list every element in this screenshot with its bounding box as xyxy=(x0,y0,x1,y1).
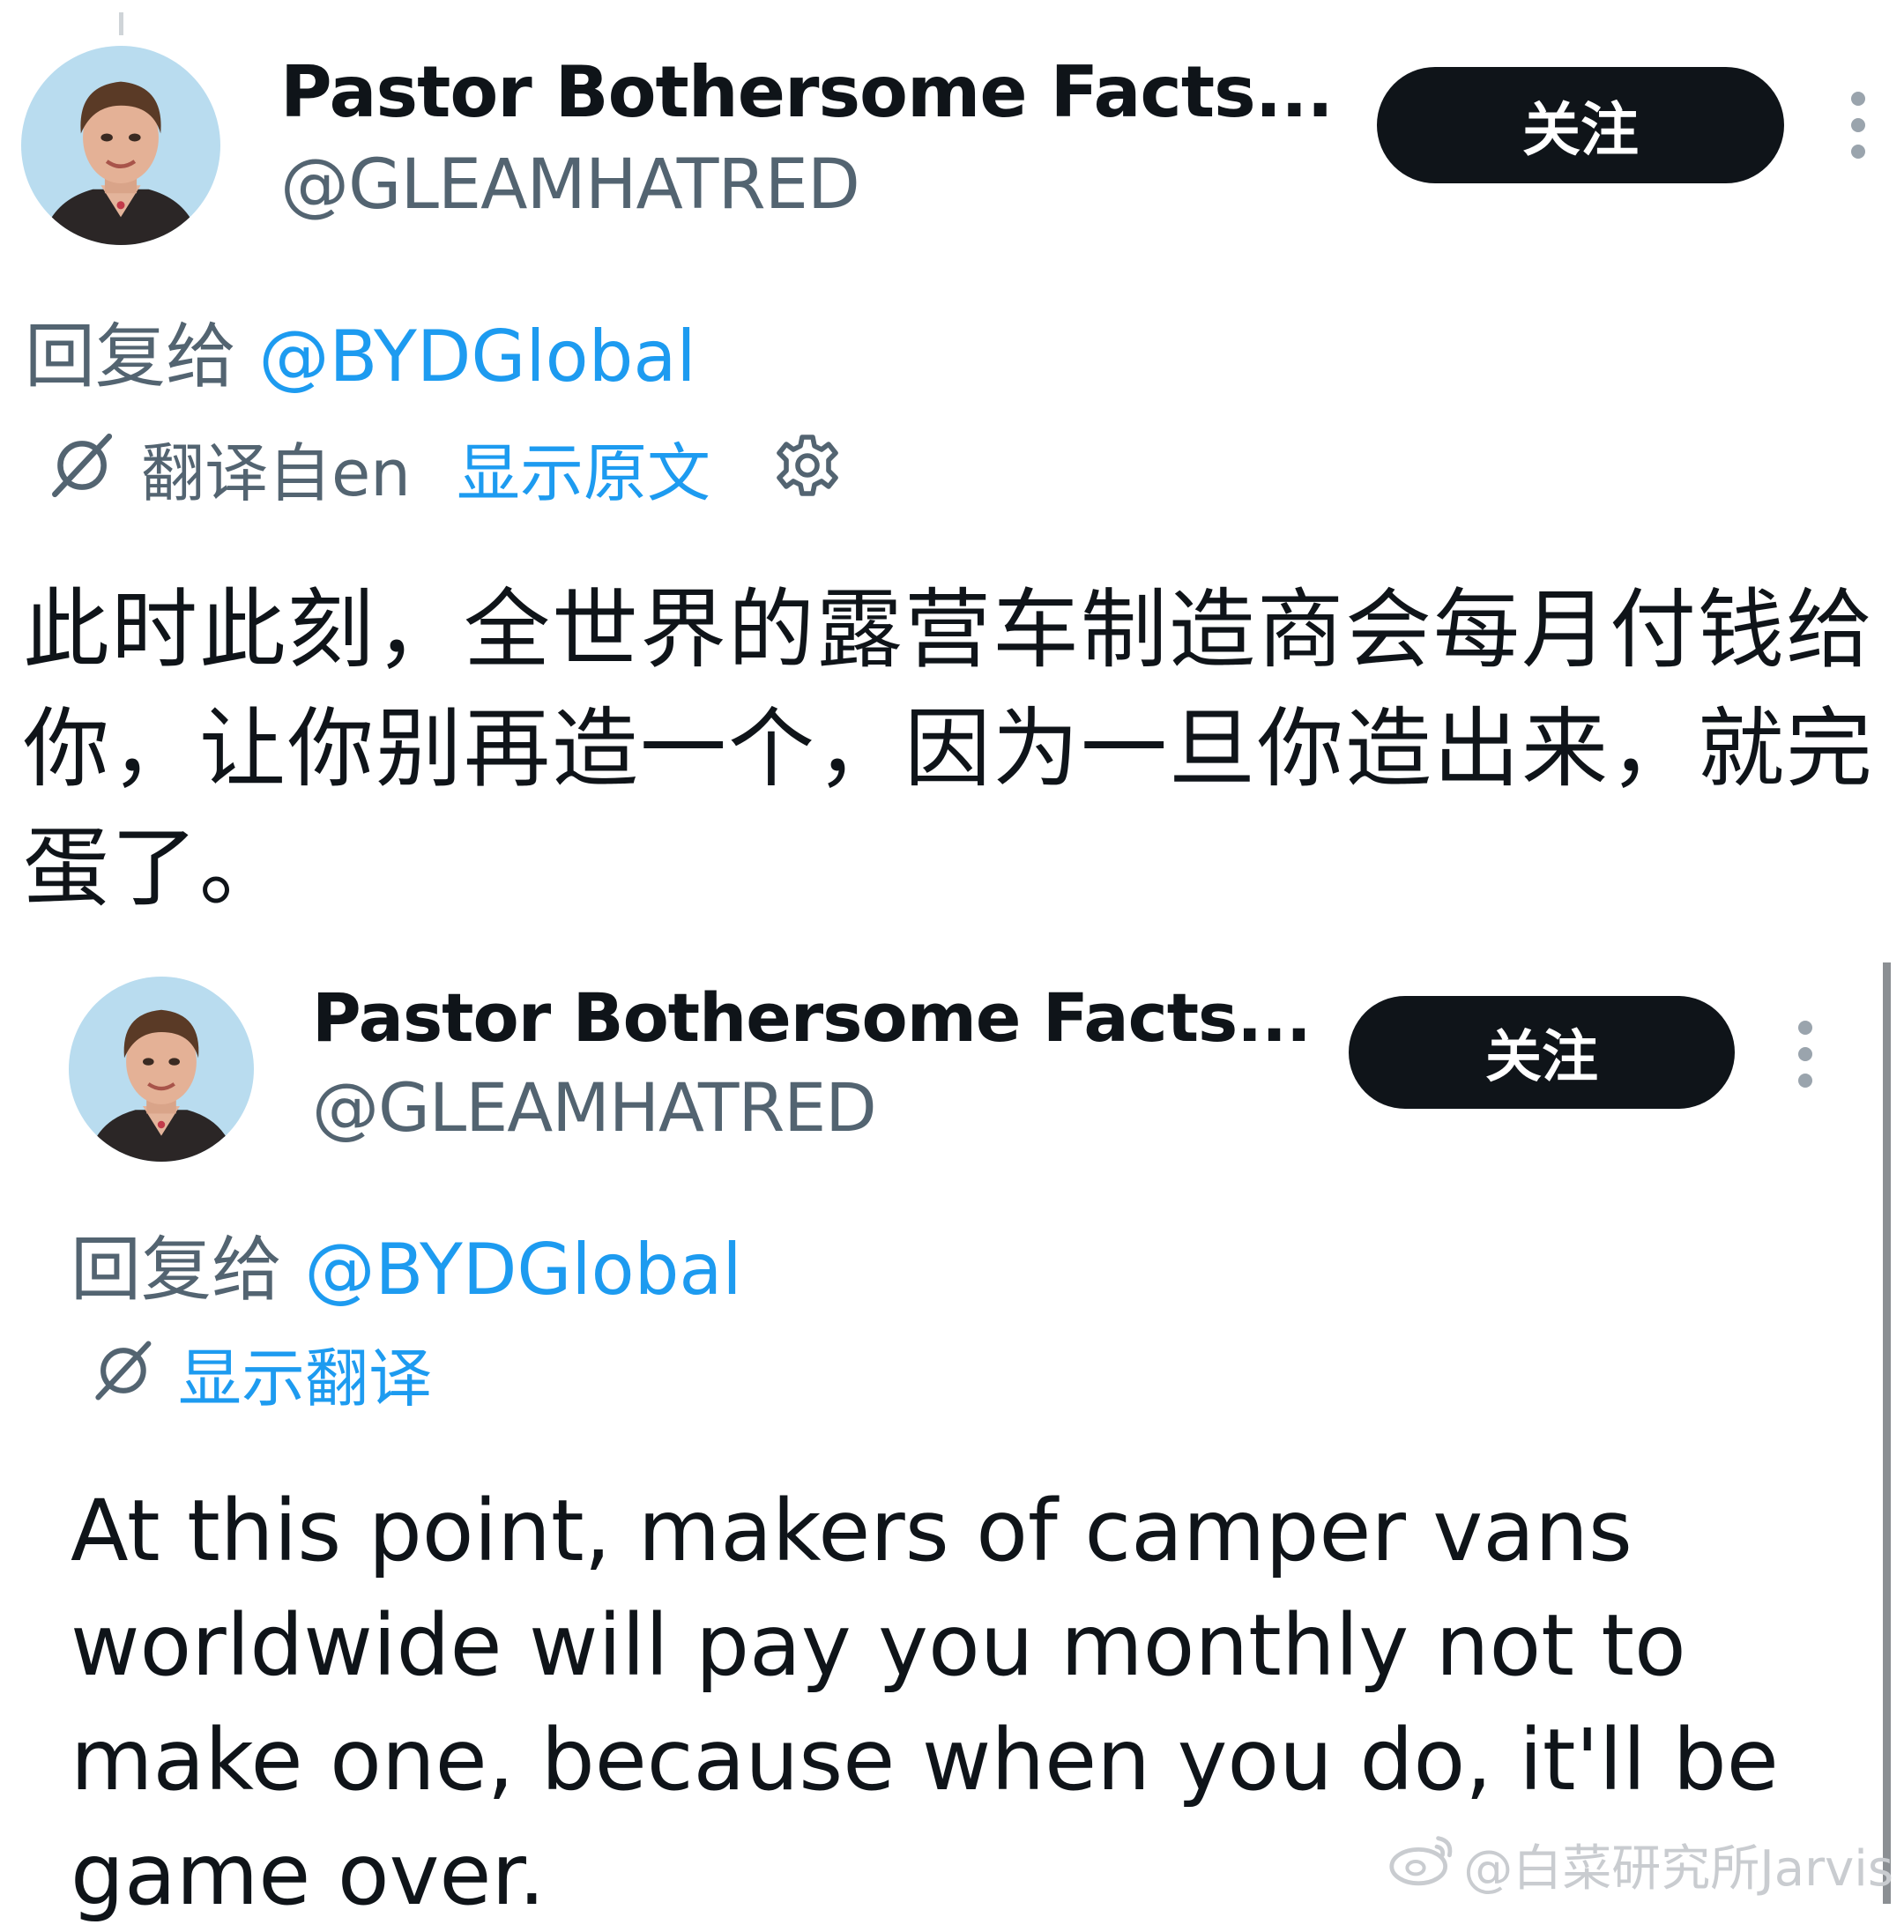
scroll-indicator xyxy=(119,12,123,35)
translation-bar: 显示翻译 xyxy=(88,1333,432,1416)
watermark-text: @白菜研究所Jarvis xyxy=(1463,1839,1893,1898)
translated-from-label: 翻译自en xyxy=(141,435,411,510)
reply-mention-link[interactable]: @BYDGlobal xyxy=(258,316,695,398)
translation-bar: 翻译自en 显示原文 xyxy=(44,427,843,510)
user-handle[interactable]: @GLEAMHATRED xyxy=(280,145,860,225)
translate-icon xyxy=(44,429,116,505)
reply-mention-link[interactable]: @BYDGlobal xyxy=(304,1229,741,1311)
avatar[interactable] xyxy=(69,977,254,1162)
reply-context: 回复给 @BYDGlobal xyxy=(25,300,696,402)
gear-icon[interactable] xyxy=(772,430,843,504)
reply-prefix: 回复给 xyxy=(25,316,236,398)
translate-icon xyxy=(88,1337,155,1408)
avatar[interactable] xyxy=(21,46,220,245)
display-name[interactable]: Pastor Bothersome Facts... xyxy=(280,51,1334,133)
show-translation-link[interactable]: 显示翻译 xyxy=(178,1326,432,1419)
show-original-link[interactable]: 显示原文 xyxy=(457,421,710,514)
tweet-text: 此时此刻，全世界的露营车制造商会每月付钱给你，让你别再造一个，因为一旦你造出来，… xyxy=(23,580,1875,918)
user-handle[interactable]: @GLEAMHATRED xyxy=(312,1068,877,1147)
watermark: @白菜研究所Jarvis xyxy=(1387,1833,1893,1898)
display-name[interactable]: Pastor Bothersome Facts... xyxy=(312,978,1312,1057)
follow-button[interactable]: 关注 xyxy=(1377,67,1784,183)
quote-divider xyxy=(1883,962,1891,1904)
weibo-icon xyxy=(1387,1830,1458,1899)
more-options-icon[interactable] xyxy=(1851,92,1865,159)
follow-button[interactable]: 关注 xyxy=(1349,996,1735,1109)
reply-context: 回复给 @BYDGlobal xyxy=(71,1213,742,1315)
more-options-icon[interactable] xyxy=(1798,1021,1812,1088)
reply-prefix: 回复给 xyxy=(71,1229,282,1311)
